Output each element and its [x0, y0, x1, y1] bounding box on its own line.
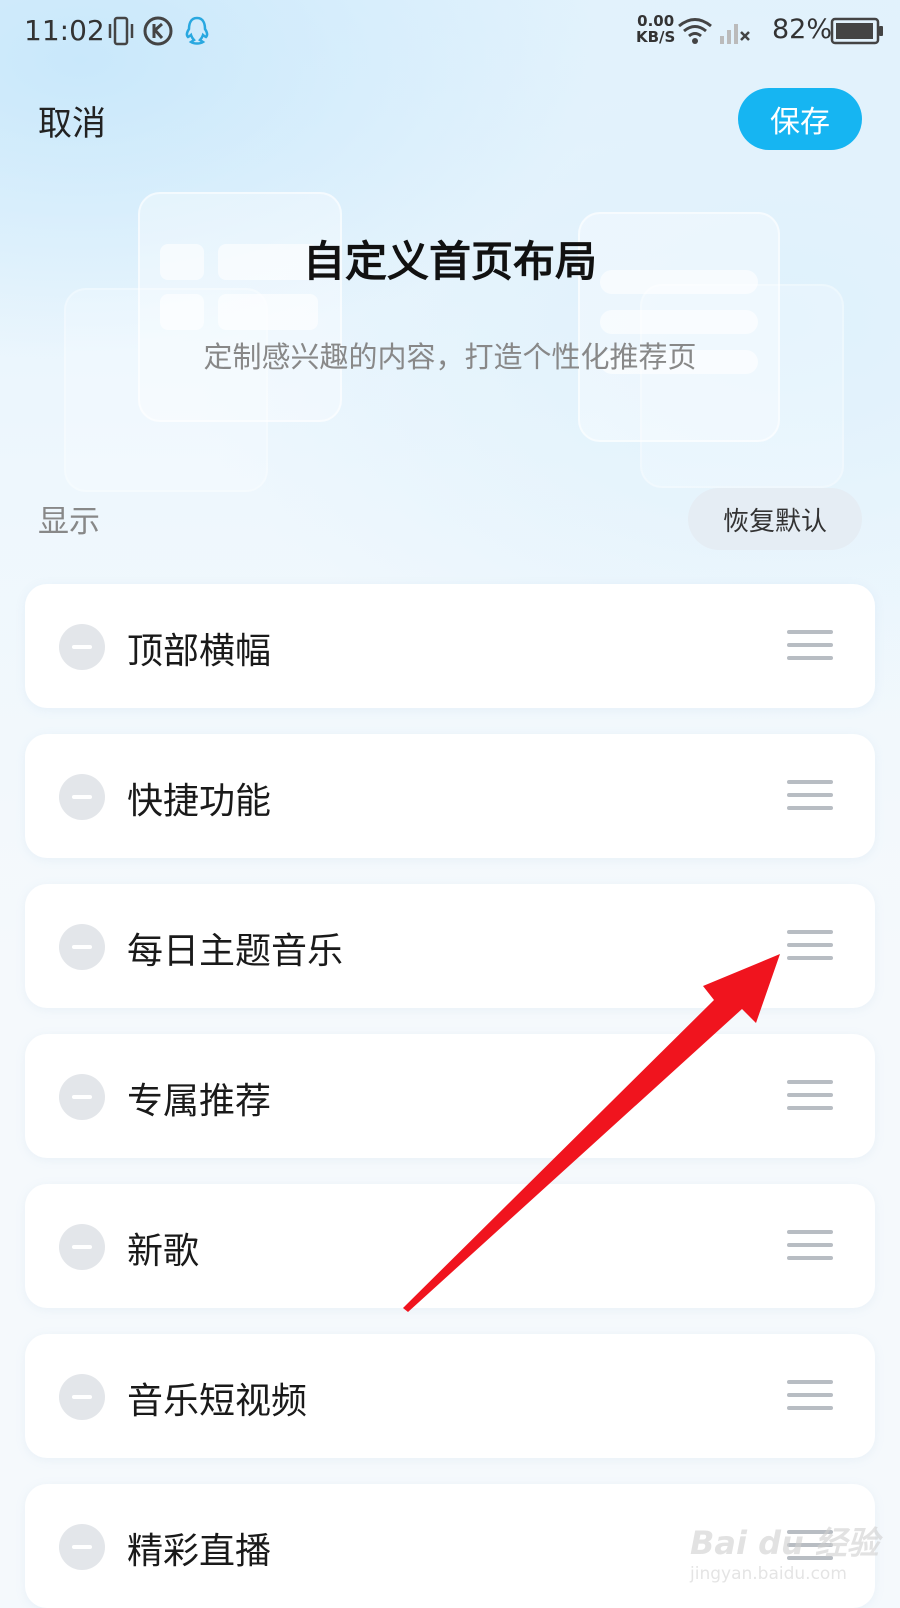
remove-icon[interactable]: [59, 624, 105, 670]
save-button[interactable]: 保存: [738, 88, 862, 150]
remove-icon[interactable]: [59, 1074, 105, 1120]
signal-icon: [718, 14, 752, 52]
list-item: 音乐短视频: [25, 1334, 875, 1458]
remove-icon[interactable]: [59, 1224, 105, 1270]
watermark-brand: Bai du 经验: [690, 1524, 879, 1562]
page-subtitle: 定制感兴趣的内容，打造个性化推荐页: [203, 340, 697, 374]
remove-icon[interactable]: [59, 924, 105, 970]
hero-decoration: [138, 192, 342, 422]
battery-percent: 82%: [772, 14, 833, 45]
k-app-icon: [142, 14, 174, 52]
item-label: 新歌: [127, 1231, 200, 1272]
item-label: 每日主题音乐: [127, 931, 344, 972]
wifi-icon: [676, 14, 714, 52]
section-label-display: 显示: [38, 504, 100, 540]
remove-icon[interactable]: [59, 1524, 105, 1570]
vibrate-icon: [106, 14, 136, 52]
remove-icon[interactable]: [59, 774, 105, 820]
net-speed-unit: KB/S: [636, 28, 676, 46]
drag-handle-icon[interactable]: [787, 628, 833, 662]
cancel-button[interactable]: 取消: [38, 96, 106, 145]
restore-default-button[interactable]: 恢复默认: [688, 488, 862, 550]
drag-handle-icon[interactable]: [787, 1228, 833, 1262]
net-speed-value: 0.00: [637, 12, 675, 30]
qq-icon: [182, 14, 212, 52]
item-label: 精彩直播: [127, 1531, 272, 1572]
item-label: 顶部横幅: [127, 631, 272, 672]
list-item: 快捷功能: [25, 734, 875, 858]
net-speed: 0.00 KB/S: [636, 13, 675, 45]
watermark-logo: Bai du 经验 jingyan.baidu.com: [690, 1518, 890, 1588]
drag-handle-icon[interactable]: [787, 928, 833, 962]
status-time: 11:02: [24, 14, 105, 47]
list-item: 每日主题音乐: [25, 884, 875, 1008]
drag-handle-icon[interactable]: [787, 1378, 833, 1412]
battery-icon: [830, 16, 886, 50]
drag-handle-icon[interactable]: [787, 778, 833, 812]
item-label: 快捷功能: [127, 781, 272, 822]
list-item: 顶部横幅: [25, 584, 875, 708]
list-item: 专属推荐: [25, 1034, 875, 1158]
drag-handle-icon[interactable]: [787, 1078, 833, 1112]
page-title: 自定义首页布局: [302, 237, 597, 286]
status-bar: 11:02 0.00 KB/S 82%: [0, 0, 900, 64]
watermark-url: jingyan.baidu.com: [690, 1564, 847, 1584]
item-label: 专属推荐: [127, 1081, 272, 1122]
item-label: 音乐短视频: [127, 1381, 308, 1422]
list-item: 新歌: [25, 1184, 875, 1308]
remove-icon[interactable]: [59, 1374, 105, 1420]
